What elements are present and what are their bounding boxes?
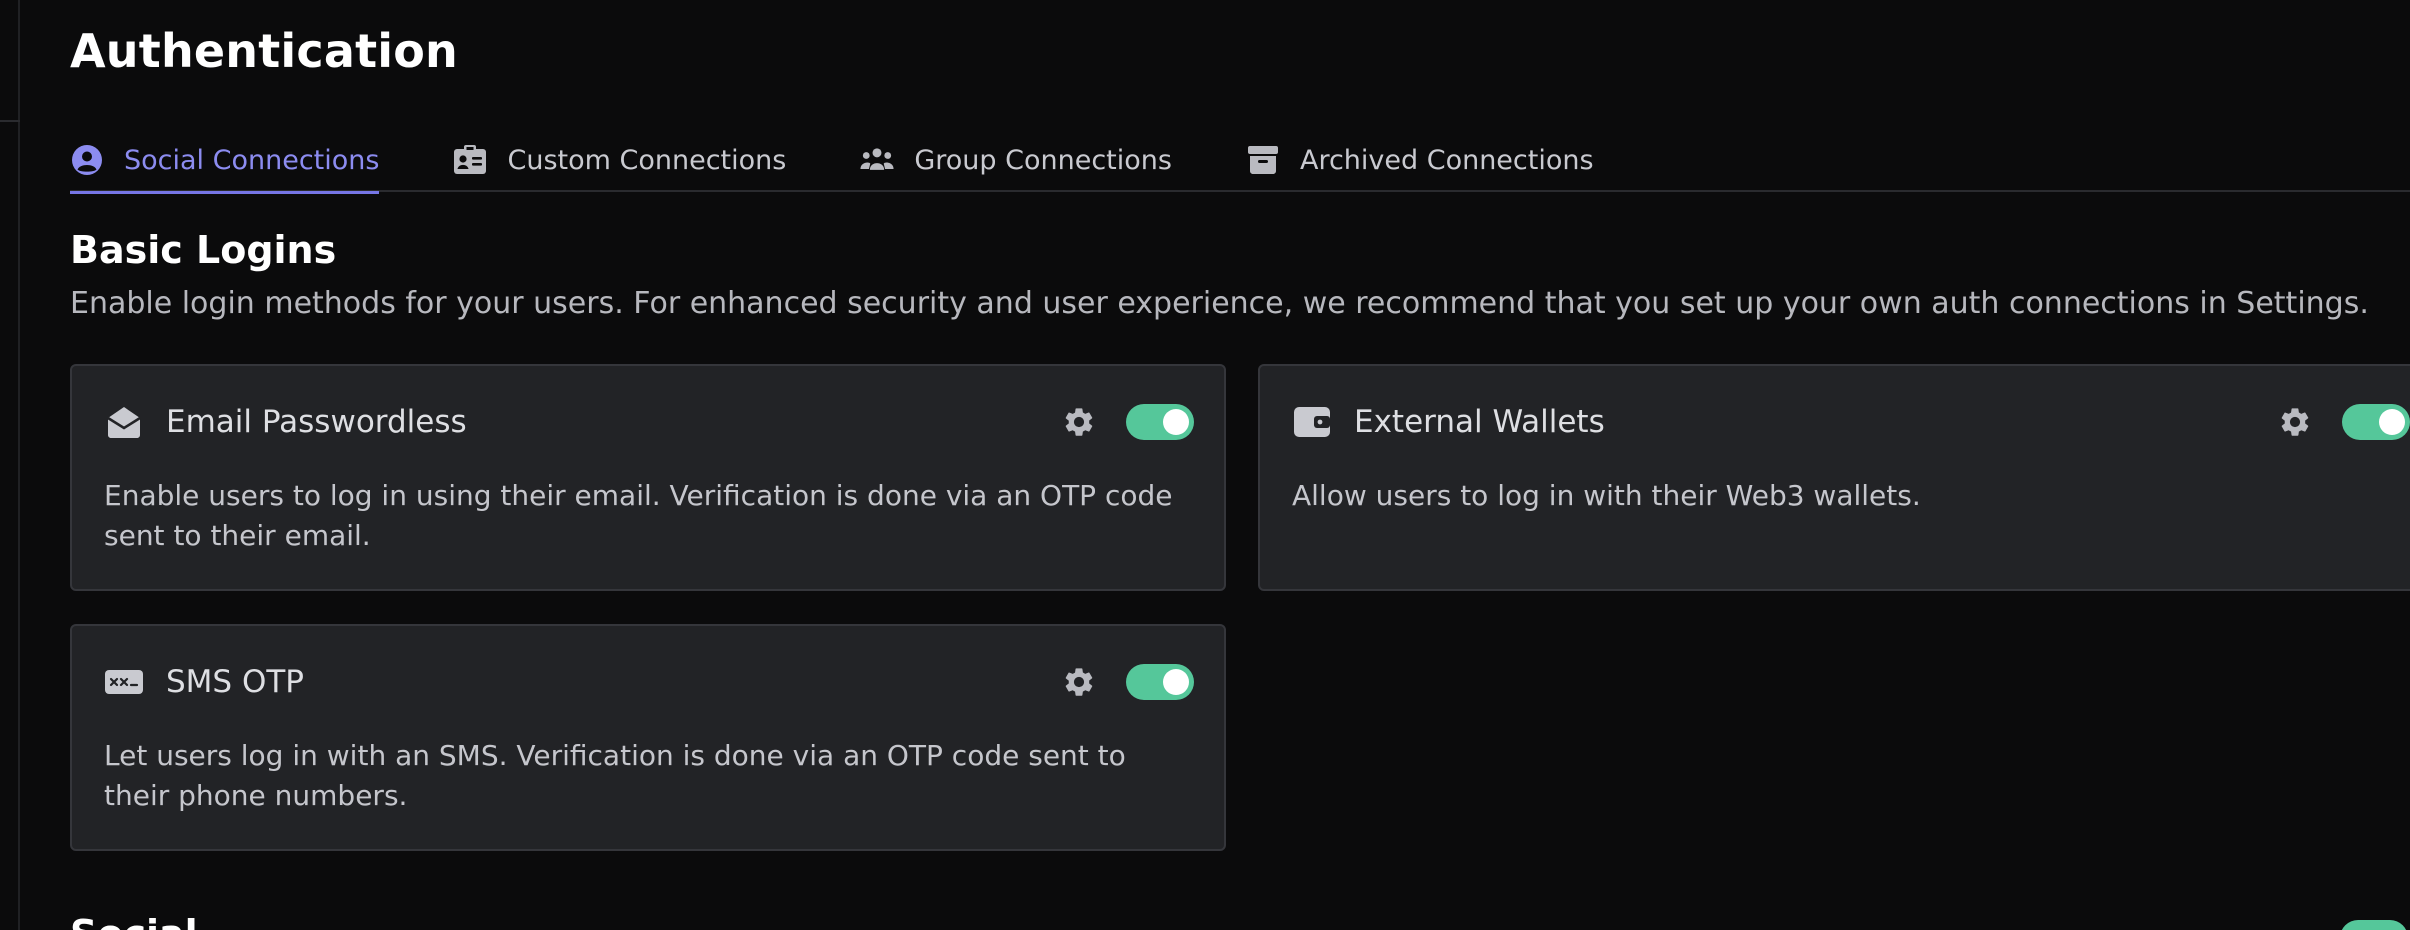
envelope-open-icon [104,402,144,442]
card-header: External Wallets [1292,400,2410,444]
enable-toggle[interactable] [1126,664,1194,700]
tab-label: Social Connections [124,144,380,176]
next-section-title: Social Logins [70,912,310,930]
gear-icon[interactable] [1062,405,1096,439]
enable-toggle[interactable] [1126,404,1194,440]
tab-group-connections[interactable]: Group Connections [860,128,1172,192]
card-description: Let users log in with an SMS. Verificati… [104,739,1126,812]
card-title: SMS OTP [166,664,304,700]
page-title: Authentication [70,24,459,78]
section-description: Enable login methods for your users. For… [70,286,2369,321]
card-description: Enable users to log in using their email… [104,479,1173,552]
tab-label: Archived Connections [1299,144,1594,176]
archive-box-icon [1246,143,1280,177]
card-title: Email Passwordless [166,404,467,440]
gear-icon[interactable] [1062,665,1096,699]
users-group-icon [860,143,894,177]
id-card-icon [453,143,487,177]
user-circle-icon [70,143,104,177]
partial-toggle[interactable] [2340,920,2408,930]
sidebar-divider [0,120,20,122]
tab-archived-connections[interactable]: Archived Connections [1246,128,1594,192]
tab-social-connections[interactable]: Social Connections [70,128,380,194]
login-card-external-wallets: External Wallets Allow users to log in w… [1258,364,2410,591]
tab-custom-connections[interactable]: Custom Connections [453,128,786,192]
tab-label: Group Connections [914,144,1172,176]
toggle-knob [1163,669,1189,695]
password-field-icon [104,662,144,702]
sidebar-edge [0,0,20,930]
wallet-icon [1292,402,1332,442]
login-card-sms-otp: SMS OTP Let users log in with an SMS. Ve… [70,624,1226,851]
toggle-knob [2379,409,2405,435]
card-title: External Wallets [1354,404,1605,440]
tab-label: Custom Connections [507,144,787,176]
login-card-email-passwordless: Email Passwordless Enable users to log i… [70,364,1226,591]
enable-toggle[interactable] [2342,404,2410,440]
toggle-knob [1163,409,1189,435]
section-title: Basic Logins [70,228,337,272]
card-description: Allow users to log in with their Web3 wa… [1292,479,1921,512]
gear-icon[interactable] [2278,405,2312,439]
authentication-page: Authentication Social Connections Custom… [0,0,2410,930]
connection-tabs: Social Connections Custom Connections Gr… [70,128,2410,194]
card-header: Email Passwordless [104,400,1194,444]
card-header: SMS OTP [104,660,1194,704]
